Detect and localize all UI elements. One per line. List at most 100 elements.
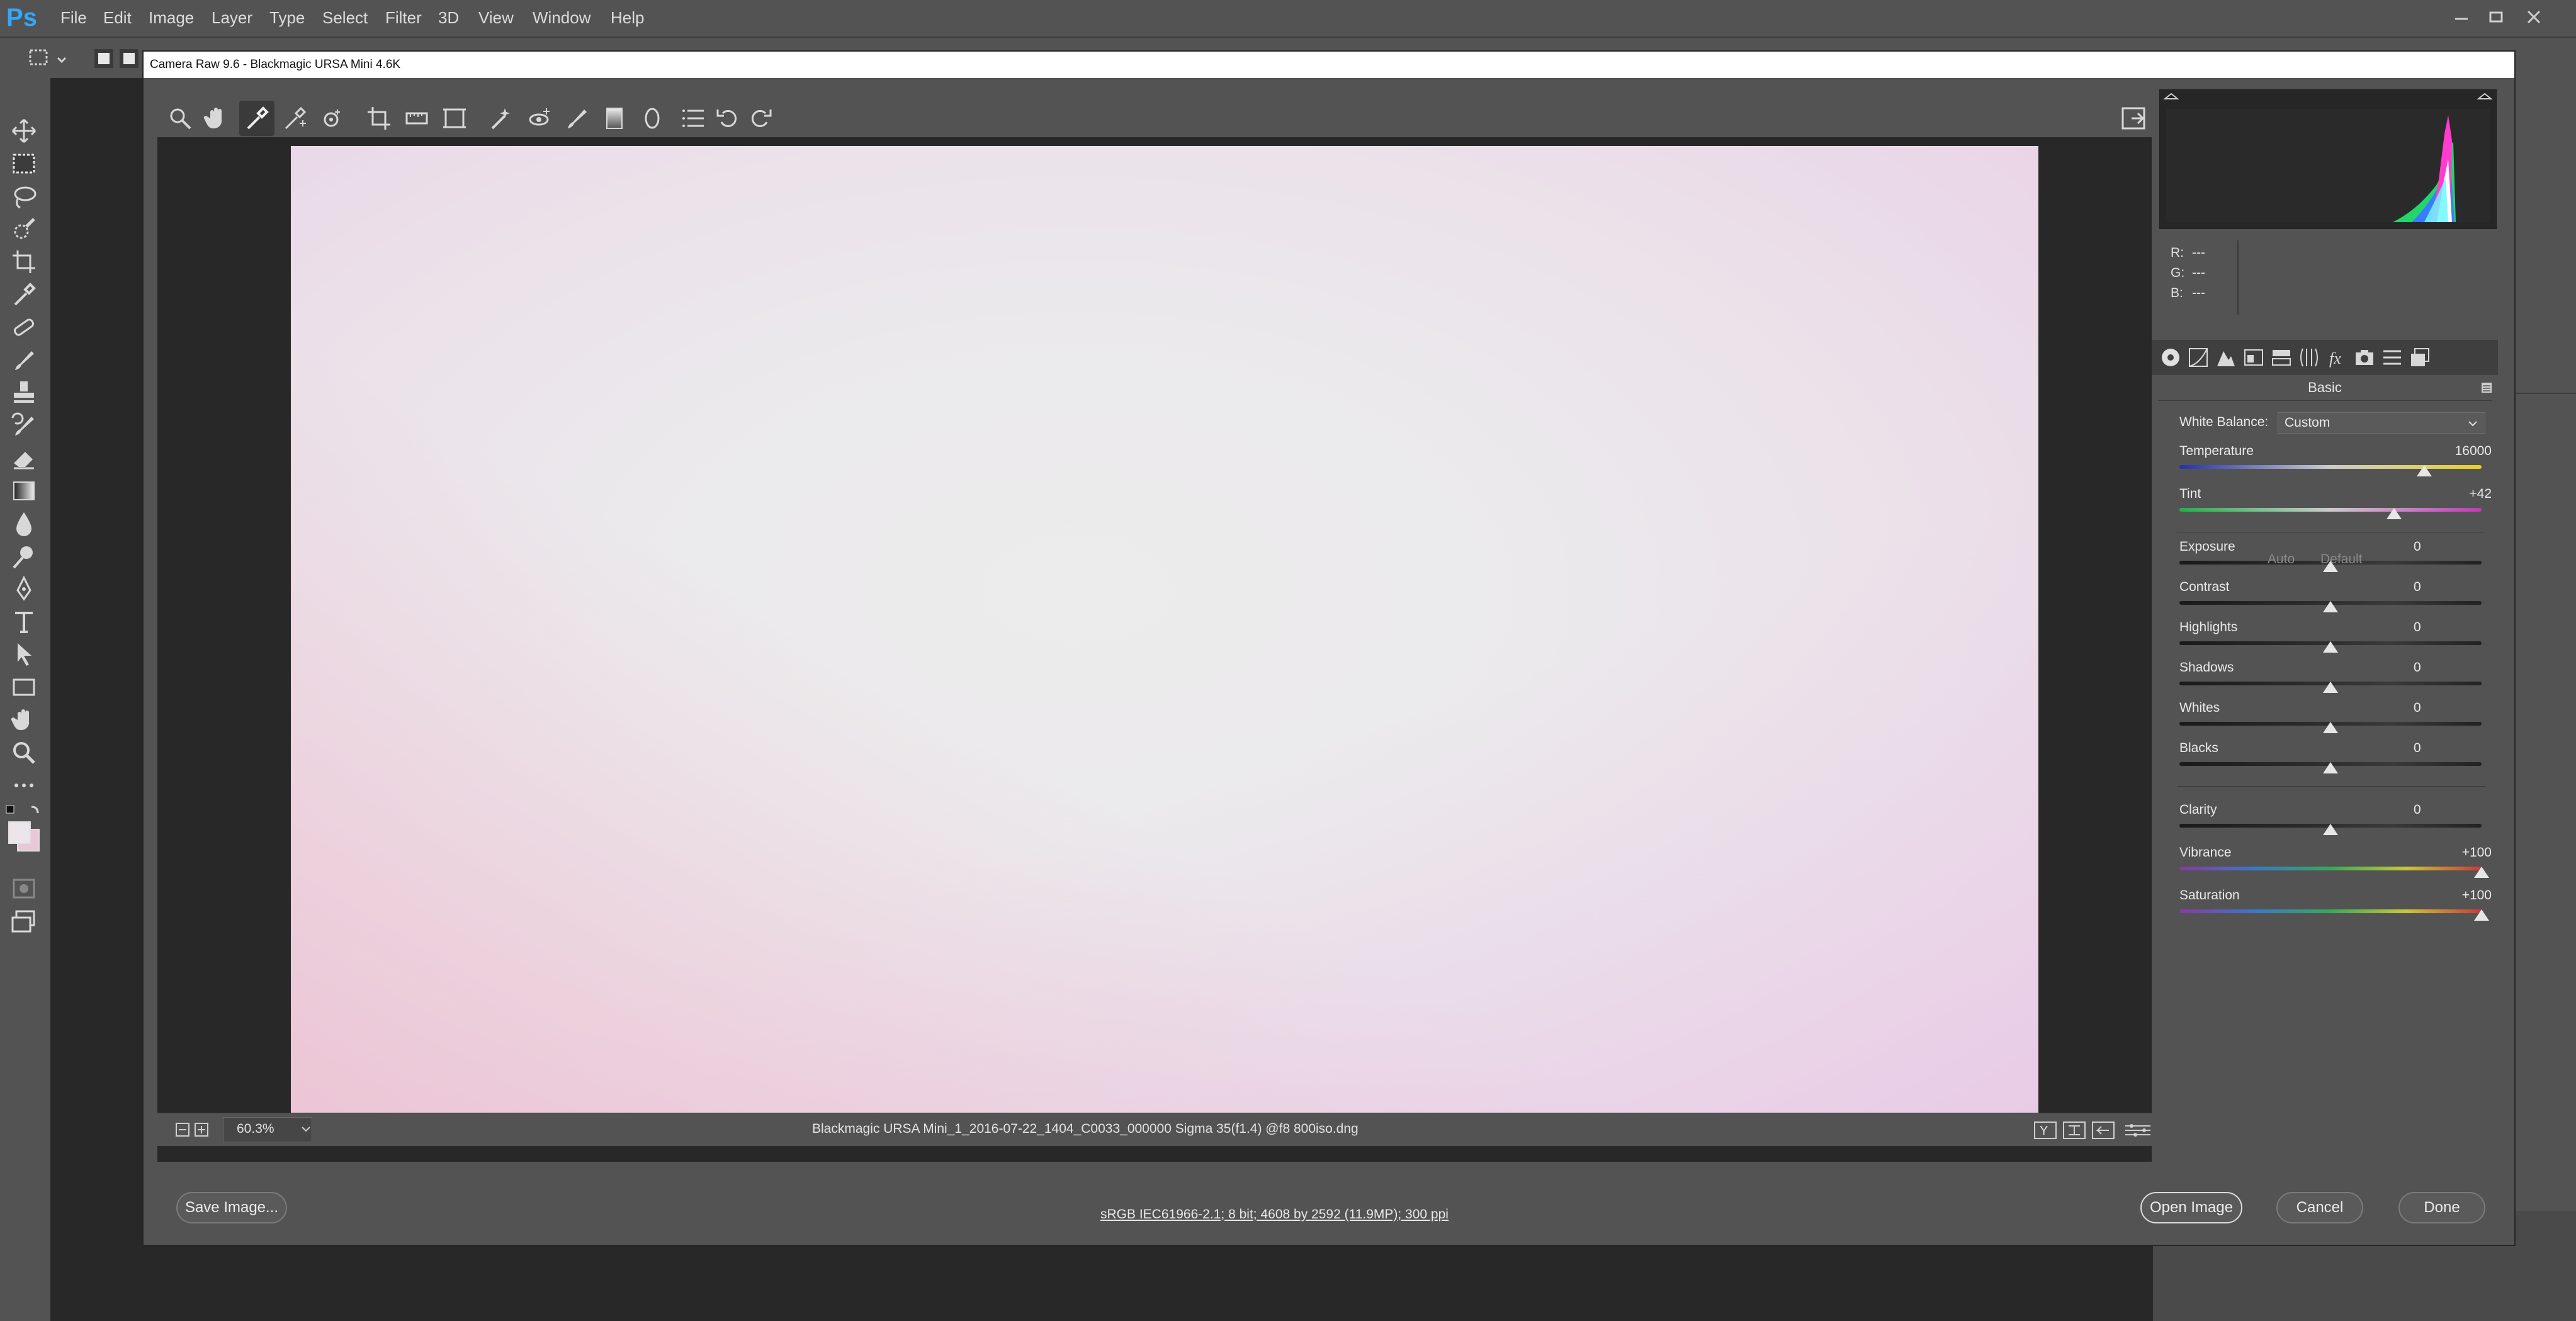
hand-tool-icon[interactable] (203, 104, 230, 132)
menu-select[interactable]: Select (322, 5, 368, 30)
lens-corrections-tab-icon[interactable] (2298, 346, 2320, 369)
spot-removal-tool-icon[interactable] (487, 104, 515, 132)
menu-file[interactable]: File (60, 5, 87, 30)
eraser-tool-icon[interactable] (10, 444, 38, 472)
slider-value-saturation[interactable]: +100 (2435, 887, 2492, 904)
rectangle-tool-icon[interactable] (10, 673, 38, 701)
panel-menu-icon[interactable] (2480, 381, 2493, 394)
tone-curve-tab-icon[interactable] (2187, 346, 2210, 369)
slider-track-tint[interactable] (2179, 508, 2482, 512)
screen-mode-icon[interactable] (10, 908, 38, 935)
window-controls[interactable] (2453, 9, 2566, 28)
adjustment-brush-icon[interactable] (563, 104, 590, 132)
slider-thumb-blacks[interactable] (2323, 762, 2338, 773)
rotate-left-icon[interactable] (714, 104, 742, 132)
slider-value-shadows[interactable]: 0 (2414, 659, 2470, 677)
slider-thumb-clarity[interactable] (2323, 824, 2338, 835)
menu-window[interactable]: Window (533, 5, 590, 30)
detail-tab-icon[interactable] (2215, 346, 2237, 369)
targeted-adjustment-tool-icon[interactable] (319, 104, 346, 132)
zoom-controls[interactable] (175, 1122, 210, 1138)
gradient-tool-icon[interactable] (10, 477, 38, 505)
raw-image-preview[interactable] (291, 146, 2038, 1132)
dodge-tool-icon[interactable] (10, 542, 38, 570)
hsl-tab-icon[interactable] (2242, 346, 2265, 369)
basic-tab-icon[interactable] (2159, 346, 2182, 369)
slider-thumb-whites[interactable] (2323, 722, 2338, 733)
camera-calibration-tab-icon[interactable] (2353, 346, 2376, 369)
eyedropper-tool-icon[interactable] (10, 281, 38, 308)
slider-thumb-contrast[interactable] (2323, 601, 2338, 612)
path-selection-tool-icon[interactable] (10, 641, 38, 668)
slider-thumb-vibrance[interactable] (2474, 867, 2489, 878)
lasso-tool-icon[interactable] (10, 183, 38, 210)
type-tool-icon[interactable] (10, 608, 38, 636)
auto-button[interactable]: Auto (2268, 551, 2295, 568)
open-image-button[interactable]: Open Image (2140, 1192, 2242, 1223)
presets-tab-icon[interactable] (2381, 346, 2404, 369)
preferences-icon[interactable] (680, 104, 708, 132)
healing-brush-tool-icon[interactable] (10, 313, 38, 341)
straighten-tool-icon[interactable] (403, 104, 431, 132)
graduated-filter-icon[interactable] (601, 104, 628, 132)
slider-value-highlights[interactable]: 0 (2414, 619, 2470, 636)
save-image-button[interactable]: Save Image... (176, 1192, 287, 1223)
quick-mask-icon[interactable] (10, 875, 38, 902)
chevron-down-icon[interactable] (300, 1123, 312, 1136)
zoom-tool-icon[interactable] (166, 104, 194, 132)
more-tools-icon[interactable] (10, 772, 38, 799)
menu-3d[interactable]: 3D (438, 5, 459, 30)
view-options-icons[interactable]: Y (2033, 1121, 2157, 1140)
slider-value-blacks[interactable]: 0 (2414, 739, 2470, 757)
selection-mode-icon[interactable] (92, 45, 142, 73)
split-toning-tab-icon[interactable] (2270, 346, 2293, 369)
brush-tool-icon[interactable] (10, 346, 38, 374)
slider-thumb-temperature[interactable] (2416, 465, 2432, 476)
history-brush-tool-icon[interactable] (10, 412, 38, 439)
slider-track-temperature[interactable] (2179, 465, 2482, 469)
slider-track-saturation[interactable] (2179, 909, 2482, 913)
menu-filter[interactable]: Filter (385, 5, 422, 30)
slider-value-vibrance[interactable]: +100 (2435, 844, 2492, 862)
zoom-tool-icon[interactable] (10, 739, 38, 767)
white-balance-select[interactable]: Custom (2278, 412, 2485, 434)
rectangular-marquee-tool-icon[interactable] (10, 150, 38, 177)
crop-tool-icon[interactable] (365, 104, 393, 132)
menu-view[interactable]: View (478, 5, 514, 30)
menu-image[interactable]: Image (149, 5, 194, 30)
transform-tool-icon[interactable] (441, 104, 468, 132)
move-tool-icon[interactable] (10, 117, 38, 145)
slider-track-vibrance[interactable] (2179, 867, 2482, 870)
done-button[interactable]: Done (2398, 1192, 2485, 1223)
slider-value-temperature[interactable]: 16000 (2435, 442, 2492, 460)
marquee-tool-preset-icon[interactable] (28, 47, 72, 72)
hand-tool-icon[interactable] (10, 706, 38, 734)
pen-tool-icon[interactable] (10, 575, 38, 603)
foreground-background-colors[interactable] (4, 803, 44, 853)
menu-edit[interactable]: Edit (103, 5, 132, 30)
radial-filter-icon[interactable] (638, 104, 666, 132)
red-eye-removal-tool-icon[interactable] (525, 104, 553, 132)
quick-selection-tool-icon[interactable] (10, 215, 38, 243)
slider-value-tint[interactable]: +42 (2435, 485, 2492, 503)
crop-tool-icon[interactable] (10, 248, 38, 276)
menu-type[interactable]: Type (269, 5, 305, 30)
color-sampler-tool-icon[interactable] (281, 104, 308, 132)
slider-thumb-highlights[interactable] (2323, 641, 2338, 653)
default-button[interactable]: Default (2320, 551, 2363, 568)
slider-thumb-shadows[interactable] (2323, 682, 2338, 693)
slider-value-contrast[interactable]: 0 (2414, 578, 2470, 596)
slider-value-whites[interactable]: 0 (2414, 699, 2470, 717)
slider-thumb-saturation[interactable] (2474, 909, 2489, 921)
slider-value-exposure[interactable]: 0 (2414, 538, 2470, 556)
fullscreen-toggle-icon[interactable] (2120, 104, 2148, 132)
clone-stamp-tool-icon[interactable] (10, 379, 38, 407)
rotate-right-icon[interactable] (747, 104, 774, 132)
menu-help[interactable]: Help (611, 5, 644, 30)
slider-value-clarity[interactable]: 0 (2414, 801, 2470, 819)
menu-layer[interactable]: Layer (212, 5, 252, 30)
cancel-button[interactable]: Cancel (2276, 1192, 2363, 1223)
blur-tool-icon[interactable] (10, 510, 38, 537)
workflow-options-link[interactable]: sRGB IEC61966-2.1; 8 bit; 4608 by 2592 (… (1100, 1207, 1449, 1222)
snapshots-tab-icon[interactable] (2409, 346, 2431, 369)
